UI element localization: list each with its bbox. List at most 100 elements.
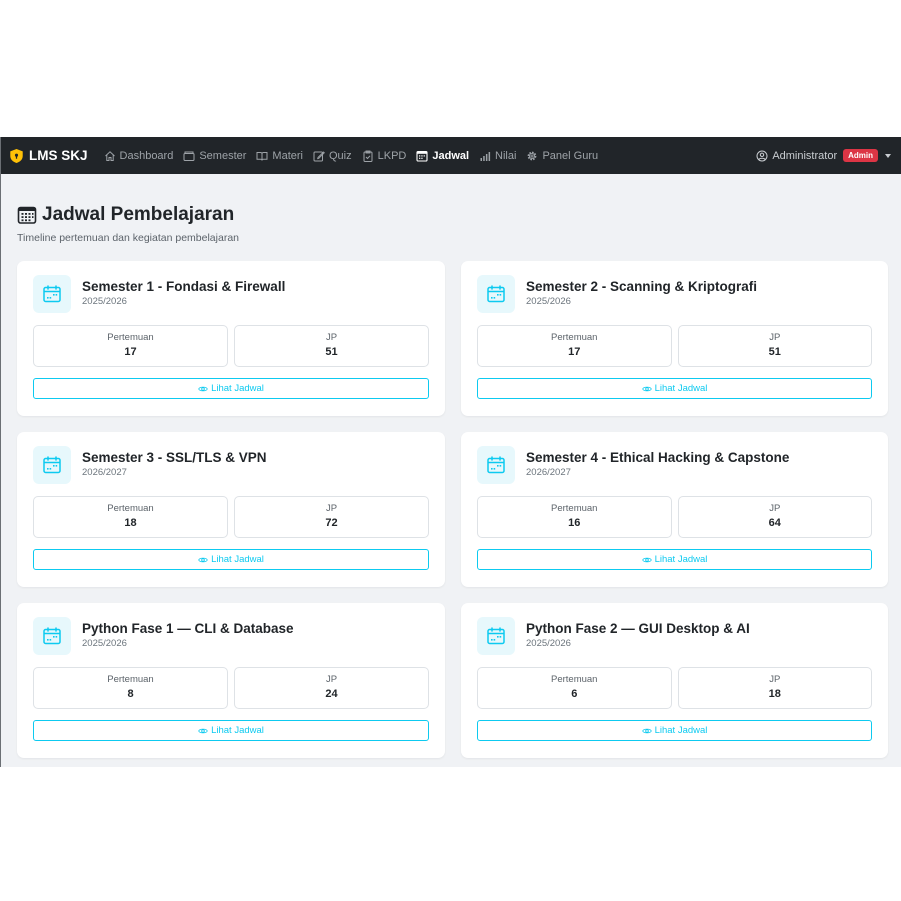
card-academic-year: 2026/2027 [82, 467, 127, 478]
view-schedule-button[interactable]: Lihat Jadwal [477, 549, 872, 570]
calendar-icon [477, 617, 515, 655]
card-header: Semester 2 - Scanning & Kriptografi 2025… [477, 275, 872, 325]
eye-icon [198, 384, 208, 394]
card-heading: Python Fase 1 — CLI & Database 2025/2026 [82, 617, 294, 649]
jp-value: 51 [325, 346, 338, 358]
meetings-value: 17 [568, 346, 581, 358]
brand[interactable]: LMS SKJ [10, 148, 88, 163]
view-schedule-button[interactable]: Lihat Jadwal [33, 549, 429, 570]
jp-label: JP [769, 674, 781, 685]
view-schedule-label: Lihat Jadwal [654, 725, 708, 736]
card-academic-year: 2025/2026 [526, 638, 571, 649]
card-academic-year: 2025/2026 [82, 638, 127, 649]
calendar-icon [477, 446, 515, 484]
nav-label: Materi [272, 149, 303, 162]
card-heading: Semester 4 - Ethical Hacking & Capstone … [526, 446, 789, 478]
view-schedule-button[interactable]: Lihat Jadwal [33, 378, 429, 399]
card-stats: Pertemuan 18 JP 72 [33, 496, 429, 538]
schedule-card: Semester 4 - Ethical Hacking & Capstone … [461, 432, 888, 587]
nav-menu: Dashboard Semester Materi Quiz LKPD Jadw… [104, 150, 757, 162]
meetings-label: Pertemuan [551, 332, 598, 343]
jp-stat: JP 64 [677, 496, 872, 538]
jp-value: 51 [768, 346, 781, 358]
jp-label: JP [769, 503, 781, 514]
calendar-icon [416, 150, 428, 162]
jp-stat: JP 18 [677, 667, 872, 709]
card-title: Python Fase 1 — CLI & Database [82, 621, 294, 636]
nav-item-dashboard[interactable]: Dashboard [104, 150, 173, 162]
eye-icon [641, 726, 652, 736]
calendar-grid-icon [17, 205, 37, 225]
schedule-card: Python Fase 1 — CLI & Database 2025/2026… [17, 603, 445, 758]
schedule-card: Semester 1 - Fondasi & Firewall 2025/202… [17, 261, 445, 416]
schedule-card: Python Fase 2 — GUI Desktop & AI 2025/20… [461, 603, 888, 758]
chevron-down-icon [885, 153, 891, 158]
view-schedule-button[interactable]: Lihat Jadwal [477, 378, 872, 399]
jp-stat: JP 51 [234, 325, 429, 367]
brand-label: LMS SKJ [29, 148, 88, 163]
card-academic-year: 2025/2026 [82, 296, 127, 307]
house-icon [104, 150, 116, 162]
nav-item-panel-guru[interactable]: Panel Guru [526, 150, 598, 162]
nav-item-quiz[interactable]: Quiz [313, 150, 352, 162]
card-header: Python Fase 1 — CLI & Database 2025/2026 [33, 617, 429, 667]
nav-item-semester[interactable]: Semester [183, 150, 246, 162]
meetings-stat: Pertemuan 17 [477, 325, 672, 367]
jp-label: JP [325, 332, 338, 343]
gear-icon [526, 150, 538, 162]
jp-value: 64 [768, 517, 781, 529]
meetings-stat: Pertemuan 18 [33, 496, 228, 538]
view-schedule-button[interactable]: Lihat Jadwal [477, 720, 872, 741]
jp-label: JP [325, 503, 338, 514]
nav-label: Panel Guru [542, 149, 599, 162]
eye-icon [641, 555, 652, 565]
meetings-stat: Pertemuan 8 [33, 667, 228, 709]
calendar-icon [33, 617, 71, 655]
meetings-value: 6 [571, 688, 578, 700]
meetings-value: 8 [127, 688, 134, 700]
view-schedule-button[interactable]: Lihat Jadwal [33, 720, 429, 741]
admin-badge: Admin [843, 149, 878, 162]
view-schedule-label: Lihat Jadwal [654, 383, 708, 394]
schedule-card: Semester 3 - SSL/TLS & VPN 2026/2027 Per… [17, 432, 445, 587]
meetings-value: 16 [568, 517, 581, 529]
nav-item-materi[interactable]: Materi [256, 150, 303, 162]
card-title: Semester 3 - SSL/TLS & VPN [82, 450, 267, 465]
card-heading: Semester 1 - Fondasi & Firewall 2025/202… [82, 275, 285, 307]
bar-chart-icon [479, 150, 491, 162]
nav-item-nilai[interactable]: Nilai [479, 150, 516, 162]
card-academic-year: 2025/2026 [526, 296, 571, 307]
meetings-stat: Pertemuan 6 [477, 667, 672, 709]
eye-icon [641, 384, 652, 394]
card-stats: Pertemuan 16 JP 64 [477, 496, 872, 538]
jp-label: JP [325, 674, 338, 685]
user-menu[interactable]: Administrator Admin [756, 149, 891, 162]
jp-stat: JP 24 [234, 667, 429, 709]
card-stats: Pertemuan 17 JP 51 [33, 325, 429, 367]
meetings-value: 18 [124, 517, 137, 529]
eye-icon [198, 726, 208, 736]
calendar-icon [33, 446, 71, 484]
card-header: Semester 1 - Fondasi & Firewall 2025/202… [33, 275, 429, 325]
meetings-label: Pertemuan [107, 674, 154, 685]
schedule-card: Semester 2 - Scanning & Kriptografi 2025… [461, 261, 888, 416]
meetings-label: Pertemuan [107, 332, 154, 343]
card-stats: Pertemuan 6 JP 18 [477, 667, 872, 709]
meetings-stat: Pertemuan 17 [33, 325, 228, 367]
jp-stat: JP 51 [677, 325, 872, 367]
card-stats: Pertemuan 17 JP 51 [477, 325, 872, 367]
card-title: Semester 4 - Ethical Hacking & Capstone [526, 450, 790, 465]
card-title: Semester 1 - Fondasi & Firewall [82, 279, 286, 294]
card-header: Semester 3 - SSL/TLS & VPN 2026/2027 [33, 446, 429, 496]
card-stats: Pertemuan 8 JP 24 [33, 667, 429, 709]
nav-item-lkpd[interactable]: LKPD [362, 150, 406, 162]
jp-value: 18 [768, 688, 781, 700]
meetings-label: Pertemuan [551, 503, 598, 514]
view-schedule-label: Lihat Jadwal [654, 554, 708, 565]
nav-item-jadwal[interactable]: Jadwal [416, 150, 469, 162]
user-circle-icon [756, 150, 768, 162]
nav-label: Nilai [495, 149, 517, 162]
clipboard-check-icon [362, 150, 374, 162]
card-heading: Semester 2 - Scanning & Kriptografi 2025… [526, 275, 757, 307]
card-title: Python Fase 2 — GUI Desktop & AI [526, 621, 750, 636]
